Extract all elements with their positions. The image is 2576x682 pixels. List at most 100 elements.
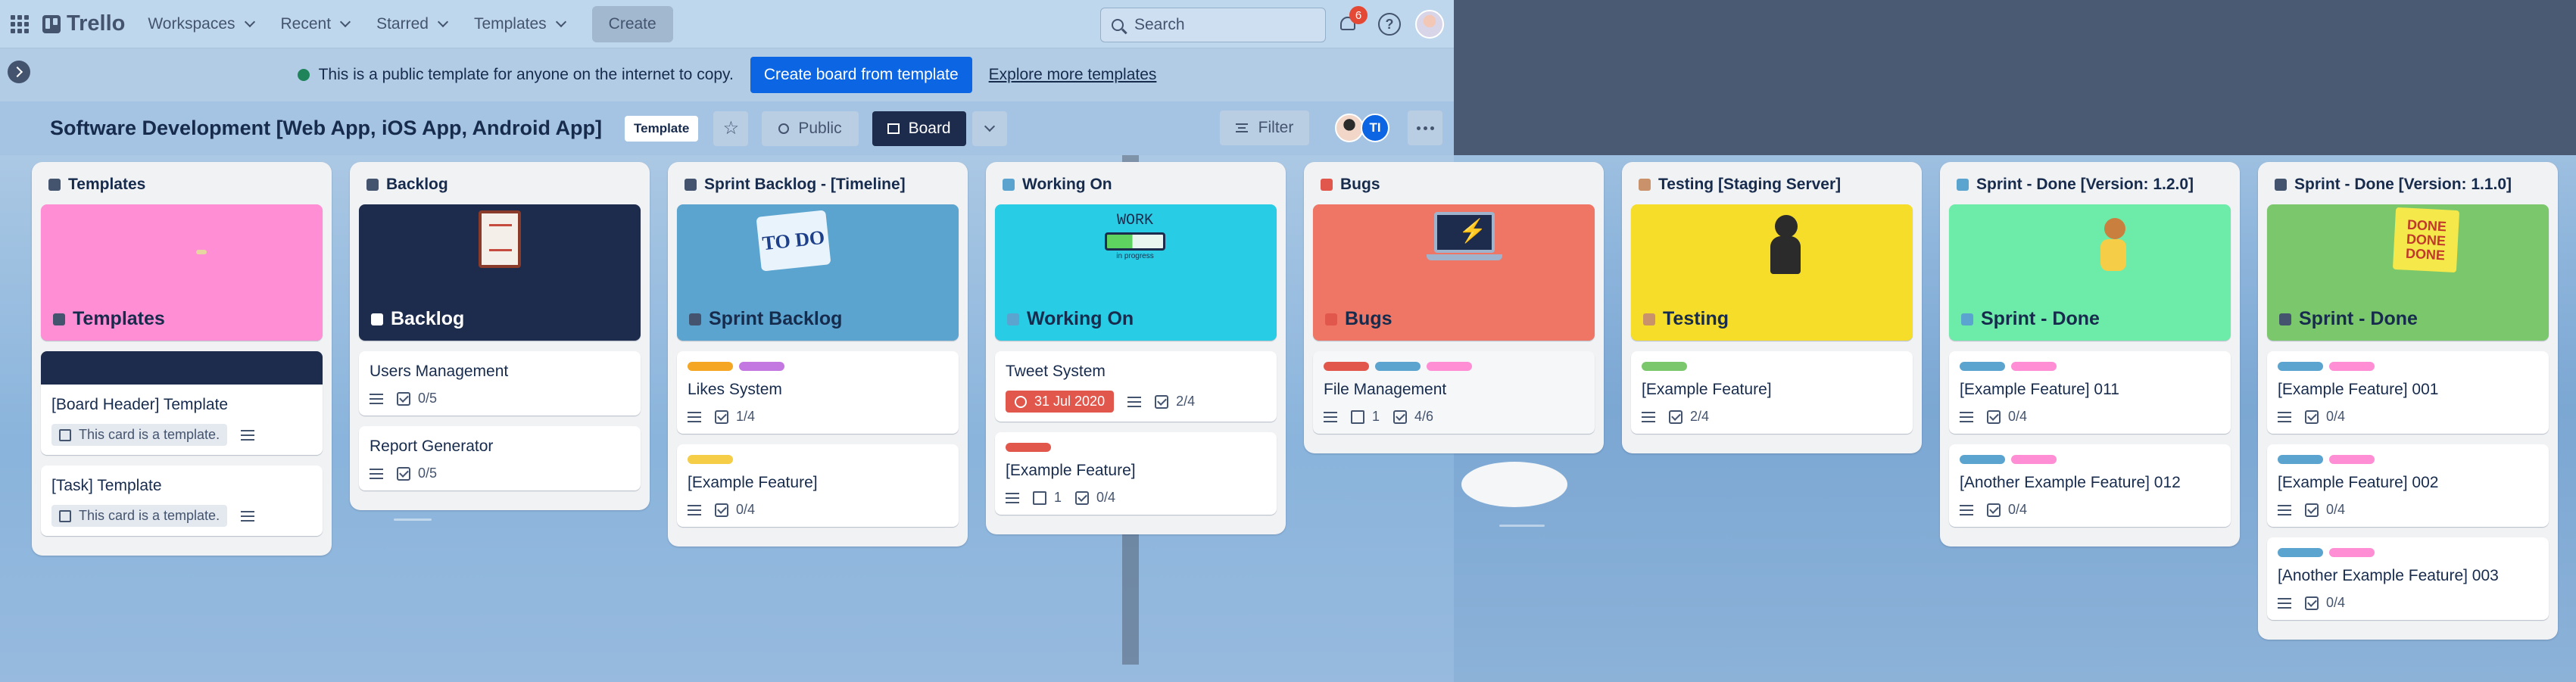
cover-card[interactable]: Sprint Backlog TO DO xyxy=(677,204,959,341)
nav-recent[interactable]: Recent xyxy=(281,15,351,33)
card-labels[interactable] xyxy=(2278,362,2538,371)
chevron-down-icon xyxy=(984,120,995,132)
card-title: [Example Feature] 002 xyxy=(2278,474,2439,491)
list-7[interactable]: Sprint - Done [Version: 1.2.0] Sprint - D… xyxy=(1940,162,2240,547)
cover-card[interactable]: Sprint - Done xyxy=(1949,204,2231,341)
template-card-text: This card is a template. xyxy=(79,427,220,442)
card[interactable]: File Management 1 4/6 xyxy=(1313,351,1595,434)
member-avatar[interactable] xyxy=(1335,114,1364,142)
app-switcher-icon[interactable] xyxy=(11,14,30,34)
cover-card[interactable]: Working On WORK in progress xyxy=(995,204,1277,341)
cover-card-title-text: Templates xyxy=(73,308,165,329)
list-title[interactable]: Testing [Staging Server] xyxy=(1631,170,1913,204)
card-label[interactable] xyxy=(2278,362,2323,371)
cover-card[interactable]: Templates xyxy=(41,204,323,341)
explore-more-templates-link[interactable]: Explore more templates xyxy=(989,66,1157,84)
create-button[interactable]: Create xyxy=(591,5,673,42)
card-labels[interactable] xyxy=(2278,548,2538,557)
card-labels[interactable] xyxy=(1960,362,2220,371)
card-labels[interactable] xyxy=(2278,455,2538,464)
cover-card[interactable]: Testing xyxy=(1631,204,1913,341)
card-label[interactable] xyxy=(2329,455,2375,464)
list-2[interactable]: Backlog Backlog Users Management 0/5 Report … xyxy=(350,162,650,510)
nav-workspaces[interactable]: Workspaces xyxy=(148,15,255,33)
due-date-badge[interactable]: 31 Jul 2020 xyxy=(1006,391,1115,413)
card-label[interactable] xyxy=(1642,362,1687,371)
list-3[interactable]: Sprint Backlog - [Timeline] Sprint Backlo… xyxy=(668,162,968,547)
card-labels[interactable] xyxy=(1960,455,2220,464)
card-labels[interactable] xyxy=(1324,362,1584,371)
card-badges: 1 4/6 xyxy=(1324,409,1584,425)
list-5[interactable]: Bugs Bugs ⚡ File Management 1 4/6 xyxy=(1304,162,1604,453)
card-label[interactable] xyxy=(2329,548,2375,557)
create-board-from-template-button[interactable]: Create board from template xyxy=(750,57,972,93)
card-label[interactable] xyxy=(2278,455,2323,464)
filter-button[interactable]: Filter xyxy=(1220,111,1309,145)
cover-emoji-icon xyxy=(1643,313,1655,325)
card-label[interactable] xyxy=(1960,455,2005,464)
card-label[interactable] xyxy=(2278,548,2323,557)
card-labels[interactable] xyxy=(688,455,948,464)
card-label[interactable] xyxy=(1375,362,1421,371)
card[interactable]: [Example Feature] 011 0/4 xyxy=(1949,351,2231,434)
card[interactable]: Tweet System 31 Jul 2020 2/4 xyxy=(995,351,1277,422)
checklist-icon xyxy=(1075,490,1090,505)
views-dropdown-button[interactable] xyxy=(971,111,1007,146)
card-labels[interactable] xyxy=(1006,443,1266,452)
nav-templates[interactable]: Templates xyxy=(474,15,566,33)
card[interactable]: [Task] Template This card is a template. xyxy=(41,466,323,536)
card[interactable]: Likes System 1/4 xyxy=(677,351,959,434)
help-icon[interactable]: ? xyxy=(1378,13,1401,36)
cover-card-title-text: Bugs xyxy=(1345,308,1392,329)
trello-logo[interactable]: Trello xyxy=(42,11,125,36)
list-8[interactable]: Sprint - Done [Version: 1.1.0] Sprint - D… xyxy=(2258,162,2558,640)
card[interactable]: [Board Header] Template This card is a te… xyxy=(41,351,323,455)
cover-card[interactable]: Sprint - Done DONE DONE DONE xyxy=(2267,204,2549,341)
card-label[interactable] xyxy=(1960,362,2005,371)
cover-card[interactable]: Backlog xyxy=(359,204,641,341)
account-avatar[interactable] xyxy=(1415,10,1444,39)
card-badges: 1 0/4 xyxy=(1006,490,1266,506)
visibility-button[interactable]: Public xyxy=(762,111,859,146)
search-input[interactable]: Search xyxy=(1100,8,1326,42)
list-title[interactable]: Bugs xyxy=(1313,170,1595,204)
list-title[interactable]: Sprint - Done [Version: 1.2.0] xyxy=(1949,170,2231,204)
card-label[interactable] xyxy=(2329,362,2375,371)
sidebar-expand-icon[interactable] xyxy=(8,61,30,83)
cover-card[interactable]: Bugs ⚡ xyxy=(1313,204,1595,341)
list-1[interactable]: Templates Templates [Board Header] Templat… xyxy=(32,162,332,556)
list-4[interactable]: Working On Working On WORK in progress Tweet… xyxy=(986,162,1286,534)
card[interactable]: [Example Feature] 2/4 xyxy=(1631,351,1913,434)
card-label[interactable] xyxy=(688,362,733,371)
card-label[interactable] xyxy=(2011,362,2057,371)
card-label[interactable] xyxy=(1324,362,1369,371)
card[interactable]: [Example Feature] 1 0/4 xyxy=(995,432,1277,515)
list-title[interactable]: Working On xyxy=(995,170,1277,204)
card-labels[interactable] xyxy=(1642,362,1902,371)
card-label[interactable] xyxy=(739,362,784,371)
board-view-button[interactable]: Board xyxy=(872,111,966,146)
card[interactable]: [Another Example Feature] 003 0/4 xyxy=(2267,537,2549,620)
card[interactable]: [Example Feature] 001 0/4 xyxy=(2267,351,2549,434)
card-label[interactable] xyxy=(2011,455,2057,464)
list-title[interactable]: Sprint - Done [Version: 1.1.0] xyxy=(2267,170,2549,204)
board-title[interactable]: Software Development [Web App, iOS App, … xyxy=(50,117,602,140)
card-label[interactable] xyxy=(1006,443,1051,452)
card[interactable]: Report Generator 0/5 xyxy=(359,426,641,490)
card-label[interactable] xyxy=(688,455,733,464)
list-title[interactable]: Backlog xyxy=(359,170,641,204)
card-labels[interactable] xyxy=(688,362,948,371)
card-label[interactable] xyxy=(1427,362,1472,371)
list-title[interactable]: Templates xyxy=(41,170,323,204)
more-options-icon[interactable] xyxy=(1408,111,1442,145)
member-avatar-initials[interactable]: TI xyxy=(1361,114,1389,142)
list-6[interactable]: Testing [Staging Server] Testing [Example … xyxy=(1622,162,1922,453)
list-title[interactable]: Sprint Backlog - [Timeline] xyxy=(677,170,959,204)
star-board-icon[interactable]: ☆ xyxy=(713,111,749,146)
card[interactable]: [Another Example Feature] 012 0/4 xyxy=(1949,444,2231,527)
card[interactable]: [Example Feature] 002 0/4 xyxy=(2267,444,2549,527)
card[interactable]: [Example Feature] 0/4 xyxy=(677,444,959,527)
card[interactable]: Users Management 0/5 xyxy=(359,351,641,416)
nav-starred[interactable]: Starred xyxy=(376,15,449,33)
work-text: WORK xyxy=(1116,212,1153,229)
